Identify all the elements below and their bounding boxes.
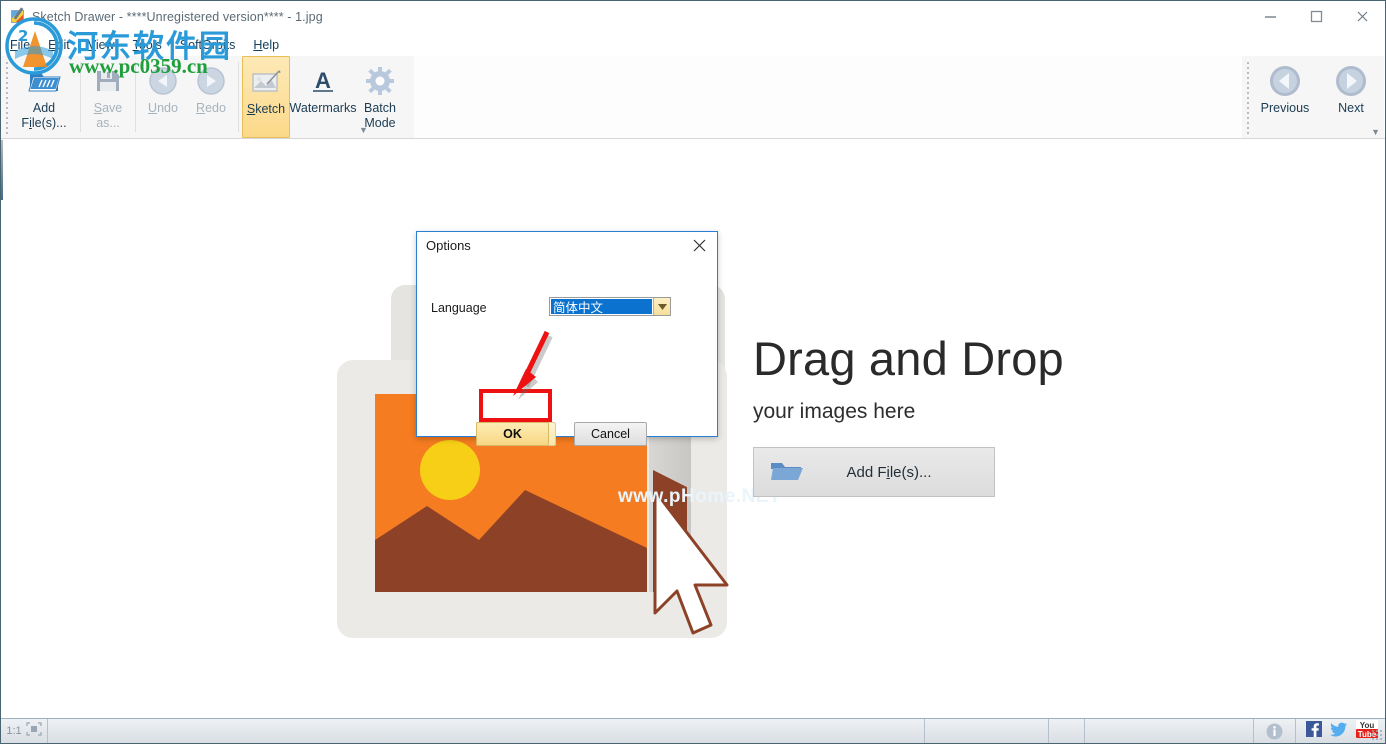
undo-label: Undo <box>148 101 178 115</box>
letter-a-icon: A <box>308 61 338 101</box>
menu-item-help[interactable]: Help <box>244 36 288 54</box>
redo-label: Redo <box>196 101 226 115</box>
canvas-left-edge <box>1 140 3 200</box>
dialog-close-icon[interactable] <box>683 232 717 259</box>
cancel-button[interactable]: Cancel <box>574 422 647 446</box>
ribbon-collapse-arrow-right[interactable]: ▼ <box>1371 128 1380 137</box>
chevron-down-icon[interactable] <box>653 298 670 315</box>
svg-text:A: A <box>315 68 331 93</box>
options-dialog: Options Language 简体中文 OK Cancel <box>416 231 718 446</box>
window-title: Sketch Drawer - ****Unregistered version… <box>32 9 323 24</box>
save-as-label-1: Save <box>93 101 123 115</box>
open-folder-icon <box>27 61 61 101</box>
red-arrow-annotation <box>513 330 553 400</box>
ribbon-right-group: Previous Next ▼ <box>1242 56 1384 138</box>
dialog-title: Options <box>426 238 471 253</box>
menu-item-softorbits[interactable]: SoftOrbits <box>171 36 245 54</box>
menu-bar: File Edit View Tools SoftOrbits Help <box>1 34 1385 55</box>
status-bar: 1:1 You Tube <box>1 718 1385 743</box>
menu-item-file[interactable]: File <box>1 36 39 54</box>
ribbon-divider-1 <box>80 62 81 132</box>
add-files-canvas-button[interactable]: Add File(s)... <box>753 447 995 497</box>
ribbon-collapse-arrow-left[interactable]: ▼ <box>359 126 368 135</box>
watermarks-button[interactable]: A Watermarks <box>289 56 357 138</box>
status-panel-3 <box>1049 719 1085 743</box>
sketch-drawer-icon <box>10 6 26 25</box>
next-button[interactable]: Next <box>1318 56 1384 138</box>
menu-item-edit[interactable]: Edit <box>39 36 79 54</box>
floppy-disk-icon <box>94 61 122 101</box>
ribbon-grip[interactable] <box>4 60 10 134</box>
info-button[interactable] <box>1254 719 1296 743</box>
menu-label-file-rest: ile <box>17 37 31 52</box>
sketch-label: Sketch <box>246 102 286 116</box>
status-panel-2 <box>925 719 1049 743</box>
window-controls <box>1247 1 1385 32</box>
status-panel-main <box>48 719 925 743</box>
sketch-picture-icon <box>250 62 282 102</box>
undo-button[interactable]: Undo <box>139 56 187 138</box>
redo-arrow-icon <box>196 61 226 101</box>
language-label: Language <box>431 301 487 315</box>
status-panel-4 <box>1085 719 1254 743</box>
save-as-button[interactable]: Save as... <box>84 56 132 138</box>
info-icon <box>1266 723 1283 739</box>
cursor-pointer-icon <box>653 489 729 635</box>
language-selected-value: 简体中文 <box>550 298 653 315</box>
gear-icon <box>365 61 395 101</box>
add-files-label-2: File(s)... <box>21 116 67 130</box>
zoom-ratio-label: 1:1 <box>6 725 22 737</box>
redo-button[interactable]: Redo <box>187 56 235 138</box>
ribbon-grip-right[interactable] <box>1245 60 1251 134</box>
watermarks-label: Watermarks <box>289 101 357 115</box>
maximize-button[interactable] <box>1293 1 1339 32</box>
add-files-label-1: Add <box>32 101 56 115</box>
previous-button[interactable]: Previous <box>1252 56 1318 138</box>
social-links-panel: You Tube <box>1296 719 1385 743</box>
resize-grip[interactable] <box>1371 729 1383 741</box>
title-bar: Sketch Drawer - ****Unregistered version… <box>1 1 1385 32</box>
save-as-label-2: as... <box>96 116 120 130</box>
drop-zone-text: Drag and Drop your images here Add File(… <box>753 332 1064 497</box>
drop-title: Drag and Drop <box>753 332 1064 385</box>
dialog-body: Language 简体中文 OK Cancel <box>417 259 717 446</box>
twitter-icon[interactable] <box>1330 721 1348 742</box>
close-button[interactable] <box>1339 1 1385 32</box>
ribbon-divider-3 <box>238 62 239 132</box>
dialog-title-bar: Options <box>417 232 717 259</box>
next-circle-icon <box>1334 61 1368 101</box>
language-select[interactable]: 简体中文 <box>549 297 671 316</box>
menu-item-view[interactable]: View <box>79 36 124 54</box>
ribbon-toolbar: Add File(s)... Save as... Undo Redo Sket… <box>1 56 1385 139</box>
folder-icon <box>770 460 804 484</box>
menu-item-tools[interactable]: Tools <box>124 36 171 54</box>
undo-arrow-icon <box>148 61 178 101</box>
facebook-icon[interactable] <box>1306 720 1322 742</box>
app-window: Sketch Drawer - ****Unregistered version… <box>0 0 1386 744</box>
ok-button[interactable]: OK <box>476 422 549 446</box>
batch-mode-label-1: Batch <box>364 101 396 115</box>
fit-to-window-icon[interactable] <box>26 721 42 741</box>
zoom-status-panel[interactable]: 1:1 <box>1 719 48 743</box>
illustration-mountains <box>375 490 647 592</box>
drop-subtitle: your images here <box>753 400 916 423</box>
ribbon-divider-2 <box>135 62 136 132</box>
ribbon-left-group: Add File(s)... Save as... Undo Redo Sket… <box>1 56 414 138</box>
next-label: Next <box>1338 101 1364 115</box>
sketch-button[interactable]: Sketch <box>242 56 290 138</box>
minimize-button[interactable] <box>1247 1 1293 32</box>
previous-circle-icon <box>1268 61 1302 101</box>
add-files-canvas-label: Add File(s)... <box>846 463 932 481</box>
add-files-button[interactable]: Add File(s)... <box>11 56 77 138</box>
previous-label: Previous <box>1260 101 1310 115</box>
